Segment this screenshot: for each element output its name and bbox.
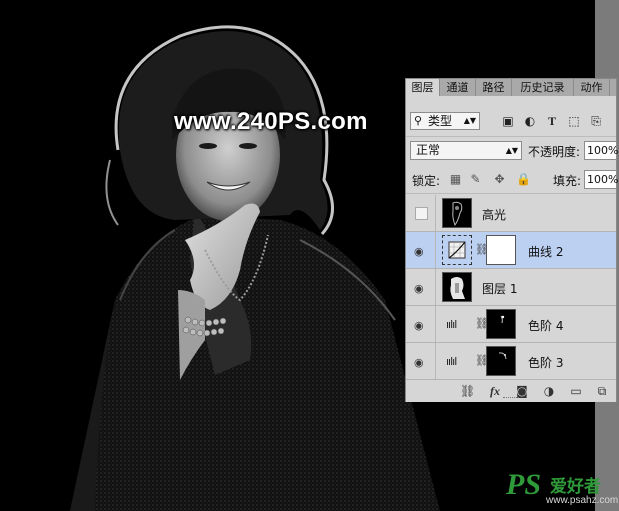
eye-icon[interactable]: ◉ [414, 282, 424, 295]
tab-layers[interactable]: 图层 [406, 79, 440, 96]
blend-mode-value: 正常 [416, 143, 441, 157]
visibility-cell[interactable]: ◉ [406, 269, 436, 305]
eye-icon[interactable]: ◉ [414, 356, 424, 369]
tab-history[interactable]: 历史记录 [512, 79, 574, 96]
eye-icon[interactable]: ◉ [414, 319, 424, 332]
image-filter-icon[interactable]: ▣ [501, 114, 515, 128]
layers-panel: 图层 通道 路径 历史记录 动作 ⚲ 类型 ▲▼ ▣ ◐ T ⬚ ⎘ 正常 ▲▼… [405, 78, 618, 402]
chevron-updown-icon: ▲▼ [463, 116, 476, 125]
layer-name: 高光 [482, 208, 507, 222]
new-layer-icon[interactable]: ⧉ [595, 384, 609, 398]
fx-icon[interactable]: fx [488, 384, 502, 398]
layer-thumbnail [442, 198, 472, 228]
layer-name: 色阶 3 [528, 356, 564, 370]
link-layers-icon[interactable]: ⛓ [460, 384, 475, 398]
visibility-off-box[interactable] [415, 207, 428, 220]
lock-transparent-icon[interactable]: ▦ [449, 173, 462, 186]
opacity-label: 不透明度: [528, 145, 581, 159]
layer-mask-thumbnail[interactable] [486, 346, 516, 376]
layer-thumbnail [442, 272, 472, 302]
watermark-site: www.240PS.com [174, 108, 368, 135]
layer-name: 色阶 4 [528, 319, 564, 333]
layer-row-layer-1[interactable]: ◉ 图层 1 [406, 269, 616, 306]
tab-actions[interactable]: 动作 [574, 79, 610, 96]
adjustment-filter-icon[interactable]: ◐ [523, 114, 537, 128]
add-mask-icon[interactable]: ◙ [515, 384, 529, 398]
layer-mask-thumbnail[interactable] [486, 235, 516, 265]
curves-icon [448, 241, 466, 259]
layer-row-levels-4[interactable]: ◉ ıılıl ⛓ 色阶 4 [406, 306, 616, 343]
new-group-icon[interactable]: ▭ [569, 384, 583, 398]
layer-name: 曲线 2 [528, 245, 564, 259]
filter-kind-label: 类型 [428, 114, 453, 128]
logo-text: 爱好者 [550, 477, 601, 497]
logo-url: www.psahz.com [546, 495, 619, 506]
fill-field[interactable]: 100% [584, 170, 618, 189]
smart-object-filter-icon[interactable]: ⎘ [589, 114, 603, 128]
logo-mark: PS [506, 468, 542, 501]
visibility-cell[interactable] [406, 195, 436, 231]
opacity-field[interactable]: 100% [584, 141, 618, 160]
blend-mode-select[interactable]: 正常 ▲▼ [410, 141, 522, 160]
divider [406, 193, 616, 194]
layer-filter-row: ⚲ 类型 ▲▼ ▣ ◐ T ⬚ ⎘ [406, 110, 616, 134]
layer-row-curves-2[interactable]: ◉ ⛓ 曲线 2 [406, 232, 616, 269]
lock-label: 锁定: [412, 174, 441, 188]
layers-list: 高光 ◉ ⛓ 曲线 2 ◉ 图层 1 ◉ ıılıl ⛓ 色阶 4 ◉ ıılı… [406, 195, 616, 379]
tab-channels[interactable]: 通道 [440, 79, 476, 96]
levels-icon: ıılıl [446, 318, 457, 331]
tab-paths[interactable]: 路径 [476, 79, 512, 96]
divider [406, 136, 616, 137]
curves-adjustment-thumbnail [442, 235, 472, 265]
visibility-cell[interactable]: ◉ [406, 343, 436, 379]
adjustment-layer-icon[interactable]: ◑ [542, 384, 556, 398]
layer-row-levels-3[interactable]: ◉ ıılıl ⛓ 色阶 3 [406, 343, 616, 379]
visibility-cell[interactable]: ◉ [406, 306, 436, 342]
lock-position-icon[interactable]: ✥ [493, 173, 506, 186]
shape-filter-icon[interactable]: ⬚ [567, 114, 581, 128]
lock-image-icon[interactable]: ✎ [469, 173, 482, 186]
lock-all-icon[interactable]: 🔒 [516, 173, 531, 186]
levels-icon: ıılıl [446, 355, 457, 368]
layer-filter-select[interactable]: ⚲ 类型 ▲▼ [410, 112, 480, 130]
layer-name: 图层 1 [482, 282, 518, 296]
watermark-logo: PS 爱好者 www.psahz.com [506, 468, 618, 510]
eye-icon[interactable]: ◉ [414, 245, 424, 258]
chevron-updown-icon: ▲▼ [505, 146, 518, 155]
type-filter-icon[interactable]: T [545, 114, 559, 128]
search-icon: ⚲ [414, 114, 423, 127]
layer-mask-thumbnail[interactable] [486, 309, 516, 339]
panel-resize-grip[interactable] [503, 397, 519, 400]
visibility-cell[interactable]: ◉ [406, 232, 436, 268]
panel-tabs: 图层 通道 路径 历史记录 动作 [406, 79, 616, 96]
fill-label: 填充: [553, 174, 582, 188]
layer-row-highlight[interactable]: 高光 [406, 195, 616, 232]
